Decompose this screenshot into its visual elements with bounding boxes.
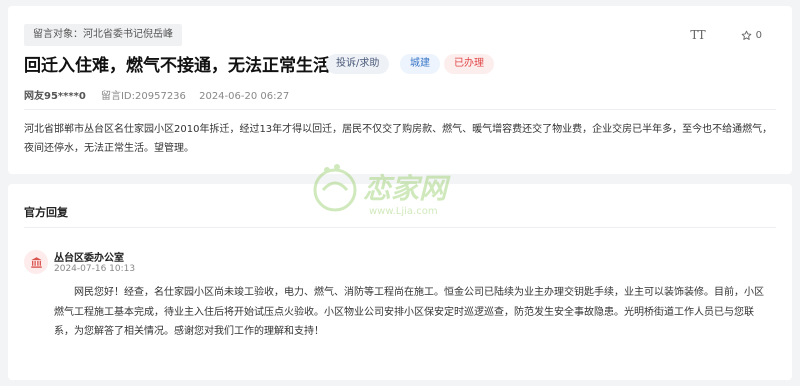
category-tag: 城建 [400, 54, 440, 74]
reply-date: 2024-07-16 10:13 [54, 264, 136, 274]
message-id: 留言ID:20957236 [100, 91, 186, 102]
official-reply-card: 官方回复 丛台区委办公室 2024-07-16 10:13 网民您好！经查，名仕… [8, 184, 792, 380]
message-actions: TT 0 [690, 28, 762, 42]
type-tag: 投诉/求助 [326, 54, 390, 74]
reply-heading: 官方回复 [24, 206, 68, 219]
star-icon [741, 30, 751, 40]
reply-org-name: 丛台区委办公室 [54, 253, 124, 264]
status-badge: 已办理 [444, 54, 494, 74]
government-building-icon [24, 250, 48, 274]
target-name: 河北省委书记倪岳峰 [83, 29, 173, 40]
favorite-count: 0 [755, 29, 762, 41]
bank-icon [30, 256, 42, 268]
divider [24, 109, 776, 110]
target-label: 留言对象： [33, 29, 83, 40]
reply-content: 网民您好！经查，名仕家园小区尚未竣工验收，电力、燃气、消防等工程尚在施工。恒金公… [54, 287, 764, 337]
font-size-icon[interactable]: TT [690, 28, 705, 42]
author-name: 网友95****0 [24, 91, 86, 102]
favorite-button[interactable]: 0 [741, 30, 762, 41]
divider [24, 227, 776, 228]
message-card: 留言对象：河北省委书记倪岳峰 TT 0 回迁入住难，燃气不接通，无法正常生活 投… [8, 6, 792, 174]
message-content: 河北省邯郸市丛台区名仕家园小区2010年拆迁，经过13年才得以回迁，居民不仅交了… [24, 124, 773, 154]
message-datetime: 2024-06-20 06:27 [199, 91, 290, 102]
message-title: 回迁入住难，燃气不接通，无法正常生活 [24, 56, 330, 76]
message-target-tag: 留言对象：河北省委书记倪岳峰 [24, 24, 182, 46]
message-meta: 网友95****0 留言ID:20957236 2024-06-20 06:27 [24, 87, 289, 102]
